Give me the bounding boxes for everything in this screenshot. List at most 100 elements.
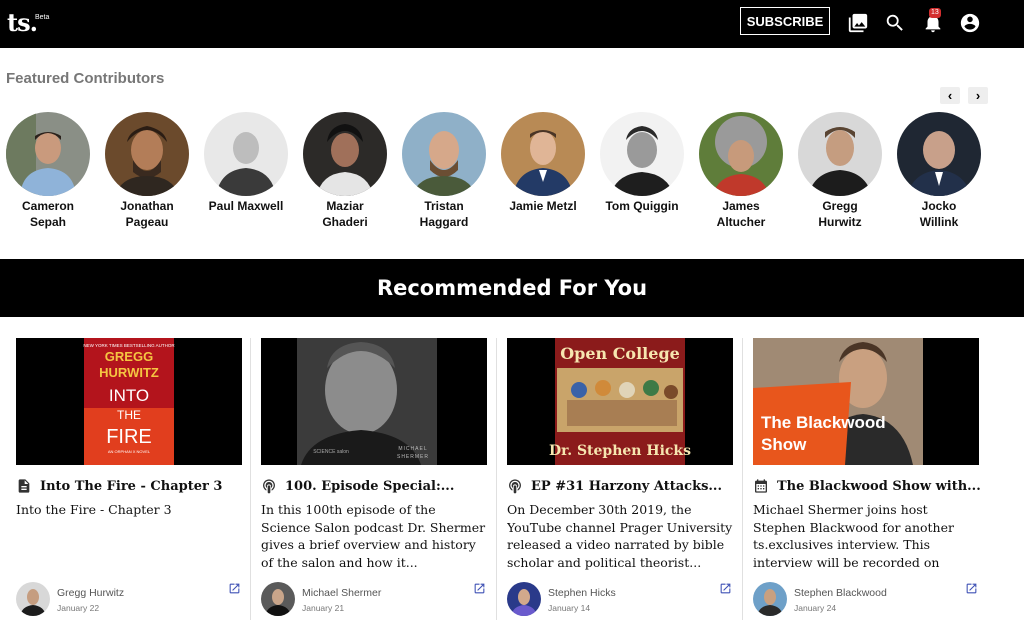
library-icon[interactable] (847, 12, 869, 34)
site-logo[interactable]: ts. Beta (7, 8, 49, 37)
thumb-text: Open College (560, 344, 680, 363)
author-name[interactable]: Gregg Hurwitz (57, 587, 124, 599)
contributor-avatar[interactable] (897, 112, 981, 196)
contributor-avatar[interactable] (699, 112, 783, 196)
contributor-name[interactable]: Tom Quiggin (592, 198, 692, 214)
card-title[interactable]: The Blackwood Show with... (753, 478, 981, 494)
contributor-name[interactable]: Paul Maxwell (196, 198, 296, 214)
contributor-avatar[interactable] (501, 112, 585, 196)
contributor-name[interactable]: Cameron Sepah (0, 198, 98, 230)
document-icon (18, 479, 30, 493)
post-date: January 21 (302, 603, 345, 613)
card-description: In this 100th episode of the Science Sal… (261, 502, 486, 570)
author-avatar[interactable] (261, 582, 295, 616)
card-description: On December 30th 2019, the YouTube chann… (507, 502, 733, 570)
contributor-name[interactable]: Jocko Willink (889, 198, 989, 230)
author-name[interactable]: Stephen Hicks (548, 587, 616, 599)
thumb-text: GREGG (105, 349, 153, 364)
card-title-text[interactable]: The Blackwood Show with... (777, 479, 981, 494)
carousel-prev-button[interactable]: ‹ (940, 87, 960, 104)
contributor-card[interactable]: Cameron Sepah (0, 112, 98, 230)
card-divider (496, 338, 497, 620)
search-icon[interactable] (884, 12, 906, 34)
contributor-name[interactable]: Tristan Haggard (394, 198, 494, 230)
contributor-avatar[interactable] (600, 112, 684, 196)
card-author[interactable]: Stephen Hicks January 14 (507, 582, 733, 616)
open-external-icon[interactable] (473, 582, 486, 595)
contributor-name[interactable]: Jonathan Pageau (97, 198, 197, 230)
podcast-icon (509, 479, 521, 494)
thumb-text: THE (117, 408, 141, 422)
content-card[interactable]: Open College Dr. Stephen Hicks EP #31 Ha… (507, 338, 733, 620)
contributor-name[interactable]: Gregg Hurwitz (790, 198, 890, 230)
author-avatar[interactable] (16, 582, 50, 616)
podcast-icon (263, 479, 275, 494)
author-avatar[interactable] (507, 582, 541, 616)
contributor-card[interactable]: Gregg Hurwitz (790, 112, 890, 230)
author-name[interactable]: Michael Shermer (302, 587, 381, 599)
card-divider (250, 338, 251, 620)
open-external-icon[interactable] (719, 582, 732, 595)
calendar-icon (755, 479, 767, 493)
open-external-icon[interactable] (228, 582, 241, 595)
card-thumbnail[interactable]: NEW YORK TIMES BESTSELLING AUTHOR GREGG … (16, 338, 242, 465)
carousel-next-button[interactable]: › (968, 87, 988, 104)
contributor-avatar[interactable] (798, 112, 882, 196)
card-title[interactable]: 100. Episode Special:... (261, 478, 487, 494)
contributor-card[interactable]: Maziar Ghaderi (295, 112, 395, 230)
contributor-card[interactable]: James Altucher (691, 112, 791, 230)
post-date: January 22 (57, 603, 100, 613)
thumb-text: SCIENCE salon (313, 449, 349, 455)
author-avatar[interactable] (753, 582, 787, 616)
subscribe-button[interactable]: SUBSCRIBE (740, 7, 830, 35)
card-description: Into the Fire - Chapter 3 (16, 502, 172, 517)
card-thumbnail[interactable]: The Blackwood Show (753, 338, 979, 465)
beta-badge: Beta (35, 14, 50, 21)
post-date: January 24 (794, 603, 837, 613)
contributor-avatar[interactable] (204, 112, 288, 196)
card-thumbnail[interactable]: Open College Dr. Stephen Hicks (507, 338, 733, 465)
thumb-text: The Blackwood (761, 413, 886, 432)
contributor-card[interactable]: Jamie Metzl (493, 112, 593, 214)
card-thumbnail[interactable]: SCIENCE salon MICHAEL SHERMER (261, 338, 487, 465)
card-author[interactable]: Michael Shermer January 21 (261, 582, 487, 616)
open-external-icon[interactable] (965, 582, 978, 595)
content-card[interactable]: NEW YORK TIMES BESTSELLING AUTHOR GREGG … (16, 338, 242, 620)
thumb-text: NEW YORK TIMES BESTSELLING AUTHOR (83, 343, 175, 348)
author-name[interactable]: Stephen Blackwood (794, 587, 887, 599)
card-description: Michael Shermer joins host Stephen Black… (753, 502, 954, 570)
thumb-text: SHERMER (397, 454, 429, 460)
contributor-name[interactable]: Jamie Metzl (493, 198, 593, 214)
card-divider (742, 338, 743, 620)
thumb-text: MICHAEL (398, 446, 427, 452)
contributor-name[interactable]: Maziar Ghaderi (295, 198, 395, 230)
contributor-avatar[interactable] (105, 112, 189, 196)
top-navigation-bar: ts. Beta SUBSCRIBE 13 (0, 0, 1024, 48)
contributor-card[interactable]: Tristan Haggard (394, 112, 494, 230)
contributor-name[interactable]: James Altucher (691, 198, 791, 230)
contributor-avatar[interactable] (6, 112, 90, 196)
contributor-card[interactable]: Jocko Willink (889, 112, 989, 230)
card-title-text[interactable]: 100. Episode Special:... (285, 479, 454, 494)
card-author[interactable]: Stephen Blackwood January 24 (753, 582, 979, 616)
card-title-text[interactable]: EP #31 Harzony Attacks... (531, 479, 722, 494)
contributor-avatar[interactable] (402, 112, 486, 196)
card-author[interactable]: Gregg Hurwitz January 22 (16, 582, 242, 616)
card-title[interactable]: EP #31 Harzony Attacks... (507, 478, 733, 494)
card-title-text[interactable]: Into The Fire - Chapter 3 (40, 479, 222, 494)
thumb-text: Dr. Stephen Hicks (549, 443, 691, 459)
content-card[interactable]: The Blackwood Show The Blackwood Show wi… (753, 338, 981, 620)
thumb-text: HURWITZ (99, 365, 159, 380)
contributor-avatar[interactable] (303, 112, 387, 196)
thumb-text: FIRE (106, 426, 152, 448)
thumb-text: Show (761, 435, 807, 454)
thumb-text: INTO (109, 386, 149, 405)
contributor-card[interactable]: Tom Quiggin (592, 112, 692, 214)
card-title[interactable]: Into The Fire - Chapter 3 (16, 478, 242, 494)
account-icon[interactable] (959, 12, 981, 34)
content-card[interactable]: SCIENCE salon MICHAEL SHERMER 100. Episo… (261, 338, 487, 620)
contributor-card[interactable]: Paul Maxwell (196, 112, 296, 214)
recommended-section-header: Recommended For You (0, 259, 1024, 317)
contributor-card[interactable]: Jonathan Pageau (97, 112, 197, 230)
thumb-text: AN ORPHAN X NOVEL (108, 449, 151, 454)
